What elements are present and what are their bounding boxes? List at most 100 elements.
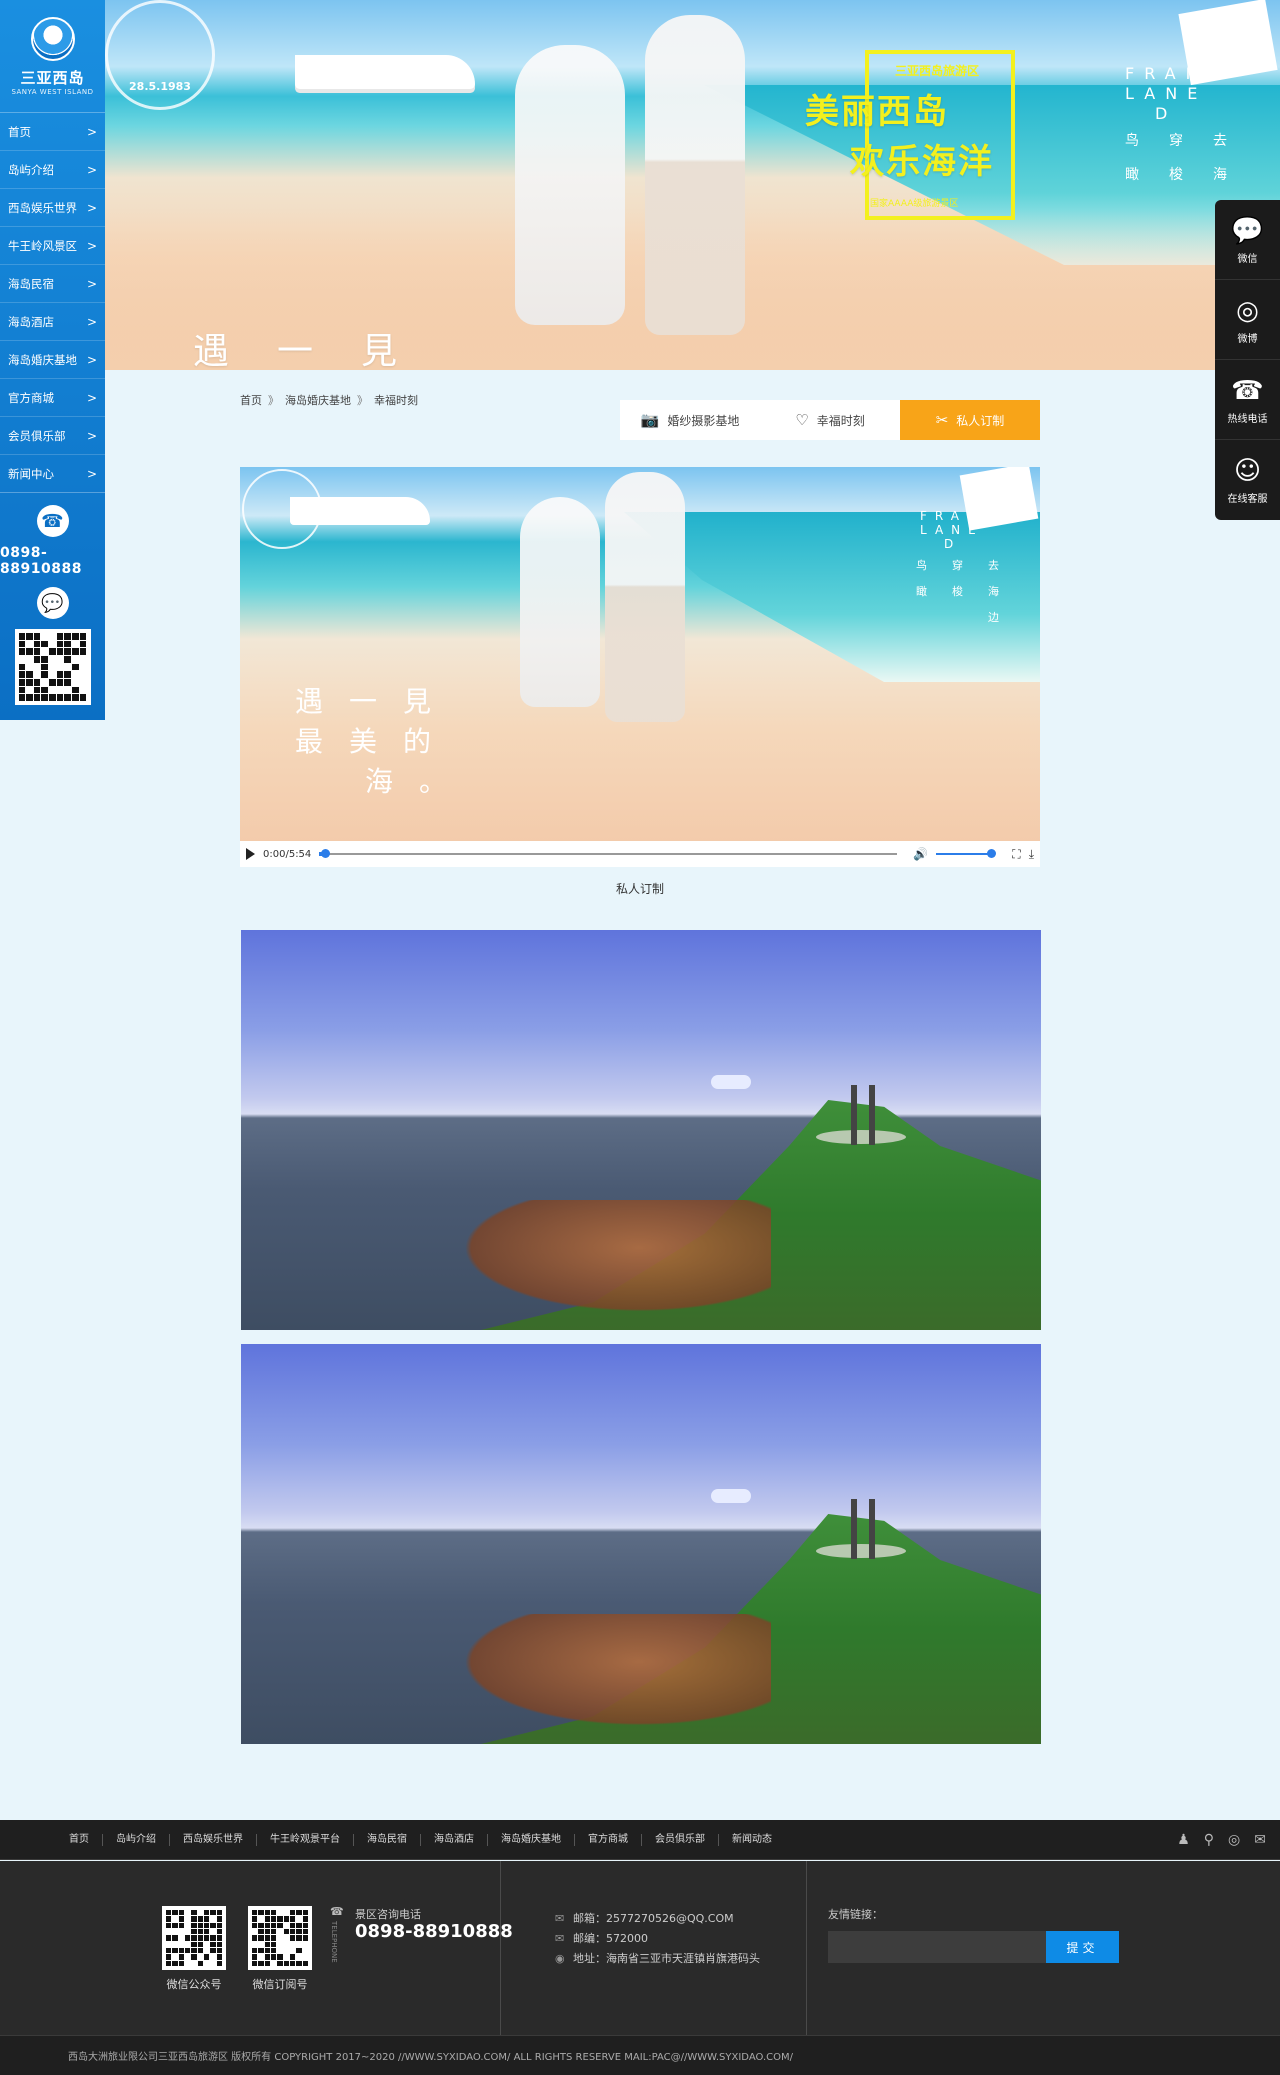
- footer-qr-subscription: 微信订阅号: [248, 1906, 312, 1992]
- footer-link-home[interactable]: 首页: [56, 1834, 102, 1846]
- chevron-right-icon: >: [86, 466, 97, 481]
- site-logo[interactable]: 三亚西岛 SANYA WEST ISLAND: [0, 0, 105, 112]
- chevron-right-icon: >: [86, 314, 97, 329]
- sidebar-item-store[interactable]: 官方商城 >: [0, 378, 105, 416]
- sidebar-item-news[interactable]: 新闻中心 >: [0, 454, 105, 492]
- frank-char: 去: [1213, 133, 1227, 149]
- qr-code: [248, 1906, 312, 1970]
- frank-line: D: [1155, 104, 1178, 123]
- volume-knob[interactable]: [987, 849, 997, 858]
- float-weibo[interactable]: ◎ 微博: [1215, 280, 1280, 360]
- footer-postcode: 邮编：572000: [573, 1932, 648, 1945]
- tab-wedding-photography[interactable]: 📷 婚纱摄影基地: [620, 400, 760, 440]
- heart-icon: ♡: [795, 411, 809, 429]
- float-wechat[interactable]: 💬 微信: [1215, 200, 1280, 280]
- float-label: 在线客服: [1227, 494, 1268, 505]
- frank-char: 穿: [1169, 133, 1183, 149]
- photo-cloud: [711, 1075, 751, 1089]
- wechat-icon[interactable]: 💬: [36, 587, 69, 619]
- frank-char: 瞰: [1125, 167, 1139, 183]
- submit-button[interactable]: 提交: [1046, 1931, 1119, 1963]
- video-frame[interactable]: FRANK LANE D 鸟 穿 去 瞰 梭 海 边 遇一見 最美的 海。: [240, 467, 1040, 841]
- sidebar-item-label: 首页: [8, 124, 31, 139]
- footer-link-viewing-platform[interactable]: 牛王岭观景平台: [256, 1834, 353, 1846]
- sidebar-item-island-intro[interactable]: 岛屿介绍 >: [0, 150, 105, 188]
- sidebar-item-label: 西岛娱乐世界: [8, 200, 77, 215]
- yacht-image: [295, 55, 475, 89]
- left-sidebar: 三亚西岛 SANYA WEST ISLAND 首页 > 岛屿介绍 > 西岛娱乐世界 >…: [0, 0, 105, 720]
- footer-link-island-intro[interactable]: 岛屿介绍: [102, 1834, 169, 1846]
- float-hotline[interactable]: ☎ 热线电话: [1215, 360, 1280, 440]
- footer-link-entertainment[interactable]: 西岛娱乐世界: [169, 1834, 256, 1846]
- sidebar-item-label: 牛王岭风景区: [8, 238, 77, 253]
- volume-slider[interactable]: [936, 849, 997, 858]
- footer-divider: [500, 1861, 501, 2035]
- slogan-top: 三亚西岛旅游区: [895, 64, 980, 78]
- postcard-stamp: [1178, 0, 1278, 86]
- mail-icon: ✉: [555, 1912, 565, 1925]
- sidebar-item-entertainment[interactable]: 西岛娱乐世界 >: [0, 188, 105, 226]
- footer-link-club[interactable]: 会员俱乐部: [641, 1834, 718, 1846]
- phone-icon: ☎: [1231, 375, 1264, 406]
- meet-line: 海。: [365, 765, 474, 798]
- tab-label: 幸福时刻: [816, 413, 865, 428]
- sidebar-item-label: 新闻中心: [8, 466, 54, 481]
- video-progress-bar[interactable]: [319, 849, 898, 858]
- location-icon[interactable]: ⚲: [1204, 1832, 1214, 1848]
- breadcrumb-current[interactable]: 幸福时刻: [374, 392, 418, 408]
- breadcrumb: 首页 》 海岛婚庆基地 》 幸福时刻: [240, 392, 418, 408]
- tab-private-custom[interactable]: ✂ 私人订制: [900, 400, 1040, 440]
- frank-line: D: [944, 537, 962, 551]
- weibo-icon[interactable]: ◎: [1228, 1832, 1240, 1848]
- sidebar-item-home[interactable]: 首页 >: [0, 112, 105, 150]
- progress-knob[interactable]: [321, 849, 331, 858]
- download-icon[interactable]: ⤓: [1029, 847, 1034, 862]
- footer-nav: 首页 岛屿介绍 西岛娱乐世界 牛王岭观景平台 海岛民宿 海岛酒店 海岛婚庆基地 …: [56, 1820, 785, 1860]
- tab-happy-moments[interactable]: ♡ 幸福时刻: [760, 400, 900, 440]
- slogan-line-1: 美丽西岛: [805, 92, 949, 132]
- copyright: 西岛大洲旅业限公司三亚西岛旅游区 版权所有 COPYRIGHT 2017~202…: [0, 2035, 1280, 2075]
- sidebar-item-club[interactable]: 会员俱乐部 >: [0, 416, 105, 454]
- camera-icon: 📷: [640, 411, 660, 429]
- footer-link-store[interactable]: 官方商城: [574, 1834, 641, 1846]
- footer-link-homestay[interactable]: 海岛民宿: [353, 1834, 420, 1846]
- float-service[interactable]: ☺ 在线客服: [1215, 440, 1280, 520]
- service-icon: ☺: [1233, 456, 1262, 486]
- scissors-icon: ✂: [935, 411, 949, 429]
- footer-qr-official: 微信公众号: [162, 1906, 226, 1992]
- photo-cloud: [711, 1489, 751, 1503]
- frank-char: [916, 609, 952, 625]
- photo-tower: [851, 1499, 857, 1559]
- sidebar-item-scenic-area[interactable]: 牛王岭风景区 >: [0, 226, 105, 264]
- qr-code: [162, 1906, 226, 1970]
- photo-viewing-deck: [816, 1130, 906, 1144]
- play-icon[interactable]: [246, 848, 255, 860]
- frank-char: 梭: [952, 585, 963, 598]
- fullscreen-icon[interactable]: ⛶: [1012, 847, 1020, 862]
- qq-icon[interactable]: ♟: [1177, 1832, 1190, 1848]
- video-controls: 0:00/5:54 🔊 ⛶ ⤓: [240, 841, 1040, 867]
- frank-char: 鸟: [916, 559, 927, 572]
- sidebar-item-wedding-base[interactable]: 海岛婚庆基地 >: [0, 340, 105, 378]
- weibo-icon: ◎: [1236, 295, 1259, 326]
- breadcrumb-home[interactable]: 首页: [240, 392, 262, 408]
- footer-main: 微信公众号 微信订阅号 ☎ TELEPHONE 景区咨询电话 0898-8891…: [0, 1861, 1280, 2035]
- sidebar-item-homestay[interactable]: 海岛民宿 >: [0, 264, 105, 302]
- friend-links-label: 友情链接：: [828, 1908, 883, 1921]
- postmark-stamp: [242, 469, 322, 549]
- video-caption: 私人订制: [615, 882, 664, 896]
- footer-link-hotel[interactable]: 海岛酒店: [420, 1834, 487, 1846]
- breadcrumb-wedding[interactable]: 海岛婚庆基地: [285, 392, 351, 408]
- float-label: 微信: [1237, 253, 1258, 265]
- banner-meet-text: 遇一見: [193, 331, 446, 370]
- video-player[interactable]: FRANK LANE D 鸟 穿 去 瞰 梭 海 边 遇一見 最美的 海。 0:…: [240, 467, 1040, 867]
- footer-link-news[interactable]: 新闻动态: [718, 1834, 785, 1846]
- telephone-icon: ☎: [36, 505, 69, 537]
- friend-links-input[interactable]: [828, 1931, 1046, 1963]
- wechat-icon[interactable]: ✉: [1254, 1832, 1266, 1848]
- chevron-right-icon: >: [86, 200, 97, 215]
- frank-lane-chinese: 鸟 穿 去 瞰 梭 海: [1125, 130, 1257, 184]
- volume-icon[interactable]: 🔊: [913, 847, 928, 861]
- sidebar-item-hotel[interactable]: 海岛酒店 >: [0, 302, 105, 340]
- footer-link-wedding-base[interactable]: 海岛婚庆基地: [487, 1834, 574, 1846]
